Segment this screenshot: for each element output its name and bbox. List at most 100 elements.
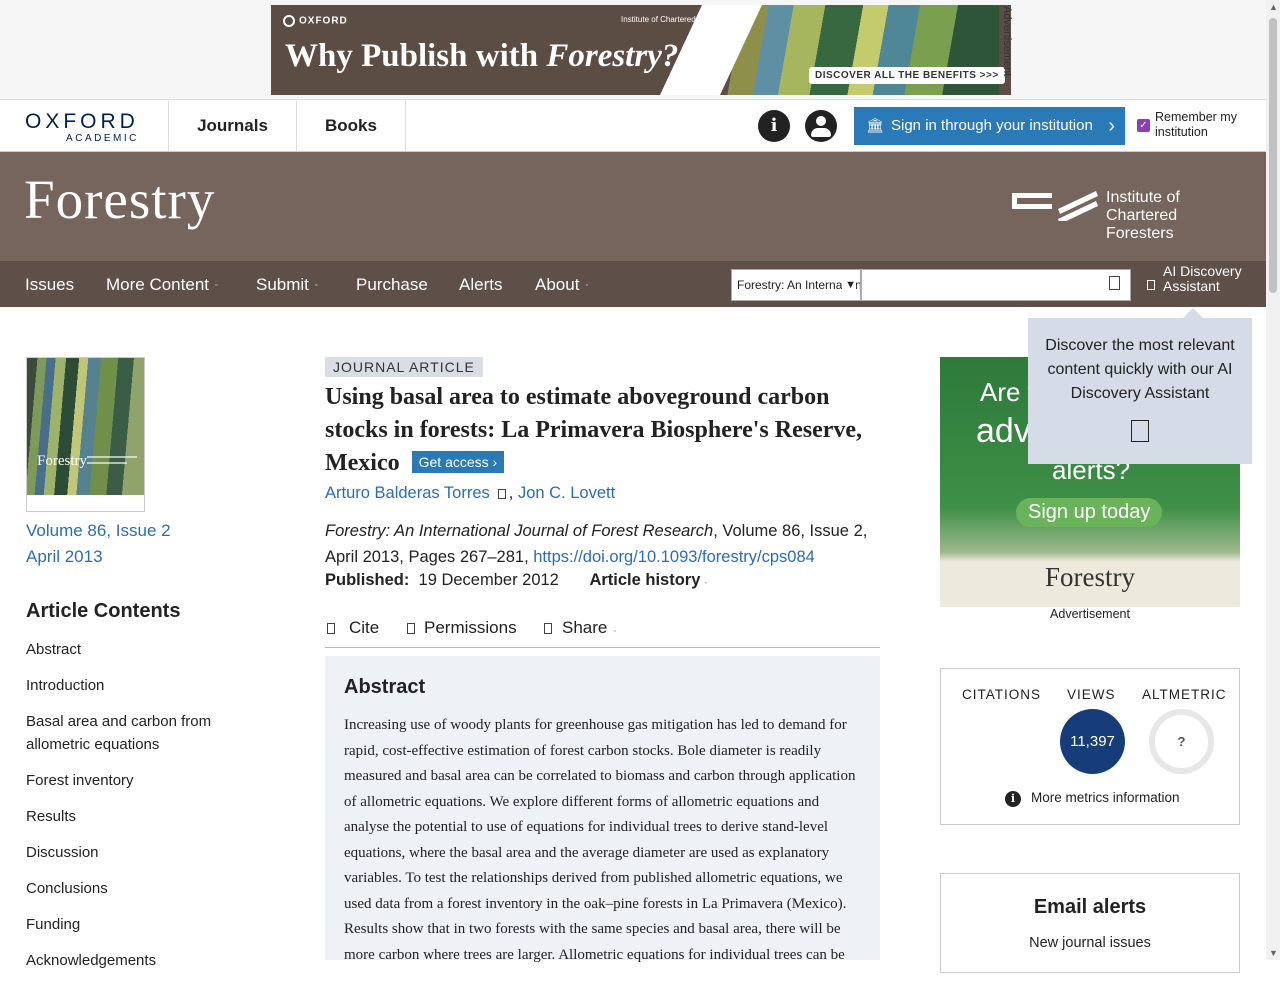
page-scrollbar[interactable]: ▲ ▼ — [1266, 0, 1280, 960]
signin-label: Sign in through your institution — [891, 117, 1093, 134]
logo-sub: ACADEMIC — [66, 133, 139, 144]
toc-item[interactable]: Basal area and carbon from allometric eq… — [26, 710, 266, 756]
ai-assistant-tooltip: Discover the most relevant content quick… — [1028, 308, 1252, 464]
toc-item[interactable]: Conclusions — [26, 877, 266, 900]
tab-journals[interactable]: Journals — [168, 101, 296, 151]
account-icon[interactable] — [805, 110, 837, 142]
cif-logo-icon — [1012, 191, 1098, 221]
article-contents-list: Abstract Introduction Basal area and car… — [26, 638, 266, 985]
journal-title[interactable]: Forestry — [24, 168, 215, 231]
issue-info: Volume 86, Issue 2 April 2013 — [26, 518, 171, 570]
chevron-down-icon: ▫ — [585, 281, 588, 289]
article-history-link[interactable]: Article history ▫ — [589, 571, 706, 589]
institution-icon: 🏛 — [866, 117, 884, 133]
select-arrow-icon: ▼ — [842, 270, 856, 300]
ai-discovery-button[interactable]: AI Discovery Assistant — [1147, 264, 1247, 294]
views-label: VIEWS — [1067, 687, 1116, 702]
altmetric-badge[interactable]: ? — [1149, 709, 1214, 774]
tooltip-text: Discover the most relevant content quick… — [1045, 337, 1235, 402]
toc-item[interactable]: Introduction — [26, 674, 266, 697]
more-metrics-link[interactable]: i More metrics information — [1005, 790, 1180, 807]
email-alert-option[interactable]: New journal issues — [941, 935, 1239, 951]
chevron-right-icon: › — [1108, 115, 1115, 137]
oxford-academic-logo[interactable]: OXFORD ACADEMIC — [25, 111, 139, 145]
search-input[interactable] — [861, 269, 1131, 301]
search-scope-select[interactable]: Forestry: An International Journal of Fo… — [731, 269, 861, 301]
ad-label: Advertisement — [1050, 607, 1130, 621]
article-history-label: Article history — [589, 571, 701, 589]
share-button[interactable]: Share ▫ — [544, 618, 616, 638]
article-title: Using basal area to estimate aboveground… — [325, 381, 885, 480]
copyright-icon — [407, 623, 415, 634]
info-icon[interactable]: i — [758, 110, 790, 142]
issue-date-link[interactable]: April 2013 — [26, 544, 171, 570]
tab-books[interactable]: Books — [296, 101, 406, 151]
toc-item[interactable]: Results — [26, 805, 266, 828]
citations-label: CITATIONS — [962, 687, 1041, 702]
menu-issues-label: Issues — [25, 275, 75, 294]
author-separator: , — [508, 484, 514, 502]
menu-purchase[interactable]: Purchase — [356, 261, 428, 307]
toc-item[interactable]: Acknowledgements — [26, 949, 266, 972]
email-alerts-panel: Email alerts New journal issues — [940, 873, 1240, 973]
ad-brand: Forestry — [1045, 562, 1135, 592]
scroll-down-icon[interactable]: ▼ — [1269, 948, 1278, 958]
signin-institution-button[interactable]: 🏛 Sign in through your institution › — [854, 107, 1125, 145]
top-ad-banner[interactable]: OXFORD Institute of Chartered Foresters … — [271, 5, 1011, 95]
journal-menu: Issues More Content ▫ Submit ▫ Purchase Al… — [0, 261, 1266, 307]
author-link[interactable]: Jon C. Lovett — [518, 484, 615, 502]
ad-signup-button[interactable]: Sign up today — [1016, 498, 1163, 527]
get-access-button[interactable]: Get access › — [411, 451, 505, 473]
chevron-down-icon: ▫ — [314, 281, 318, 289]
cover-title: Forestry — [37, 453, 87, 469]
site-header: OXFORD ACADEMIC Journals Books i 🏛 Sign … — [0, 101, 1266, 152]
publication-row: Published: 19 December 2012 Article hist… — [325, 571, 707, 590]
menu-submit-label: Submit — [256, 275, 309, 294]
doi-link[interactable]: https://doi.org/10.1093/forestry/cps084 — [533, 548, 815, 566]
cover-subtitle-line — [87, 462, 127, 464]
info-icon: i — [1005, 791, 1021, 807]
scrollbar-thumb[interactable] — [1269, 18, 1277, 293]
published-label: Published: — [325, 571, 410, 589]
ad-headline-em: Forestry? — [546, 38, 679, 74]
get-access-label: Get access — [418, 454, 489, 470]
metrics-panel: CITATIONS VIEWS ALTMETRIC 11,397 ? i More… — [940, 668, 1240, 825]
toc-item[interactable]: Forest inventory — [26, 769, 266, 792]
close-icon[interactable] — [1131, 420, 1149, 442]
menu-more-content[interactable]: More Content ▫ — [106, 261, 217, 307]
journal-cover-image[interactable]: Forestry — [26, 357, 145, 512]
cite-button[interactable]: Cite — [327, 618, 379, 638]
menu-issues[interactable]: Issues — [25, 261, 74, 307]
ad-cta-button[interactable]: DISCOVER ALL THE BENEFITS >>> — [809, 67, 1005, 84]
author-list: Arturo Balderas Torres, Jon C. Lovett — [325, 484, 615, 503]
ad-publisher: OXFORD — [283, 15, 348, 27]
menu-about-label: About — [535, 275, 580, 294]
remember-checkbox[interactable]: ✓ — [1137, 119, 1150, 132]
ad-publisher-name: OXFORD — [299, 15, 348, 27]
quote-icon — [327, 623, 335, 634]
permissions-button[interactable]: Permissions — [407, 618, 517, 638]
scroll-up-icon[interactable]: ▲ — [1269, 2, 1278, 12]
author-link[interactable]: Arturo Balderas Torres — [325, 484, 490, 502]
toc-item[interactable]: Funding — [26, 913, 266, 936]
remember-label: Remember my institution — [1155, 110, 1237, 139]
email-icon[interactable] — [497, 489, 506, 499]
more-metrics-label: More metrics information — [1031, 790, 1180, 805]
toc-item[interactable]: Discussion — [26, 841, 266, 864]
abstract-heading: Abstract — [344, 676, 426, 698]
toc-item[interactable]: Abstract — [26, 638, 266, 661]
search-icon[interactable] — [1109, 276, 1120, 290]
top-ad-region: OXFORD Institute of Chartered Foresters … — [0, 0, 1266, 100]
menu-alerts[interactable]: Alerts — [459, 261, 502, 307]
email-alerts-heading: Email alerts — [1033, 896, 1147, 918]
menu-alerts-label: Alerts — [459, 275, 503, 294]
remember-institution[interactable]: ✓ Remember my institution — [1137, 110, 1257, 140]
views-count: 11,397 — [1060, 709, 1125, 774]
menu-about[interactable]: About ▫ — [535, 261, 588, 307]
menu-submit[interactable]: Submit ▫ — [256, 261, 317, 307]
volume-link[interactable]: Volume 86, Issue 2 — [26, 518, 171, 544]
chevron-down-icon: ▫ — [215, 281, 218, 289]
chevron-down-icon: ▫ — [613, 628, 616, 635]
chevron-down-icon: ▫ — [704, 580, 707, 587]
ad-headline-text: Why Publish with — [285, 38, 547, 74]
